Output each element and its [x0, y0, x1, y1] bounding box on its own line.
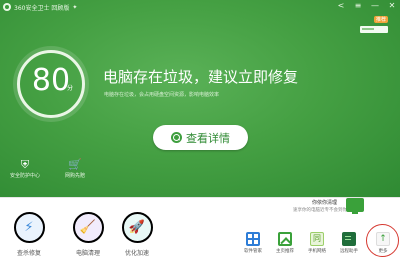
score-value: 80 [31, 63, 71, 98]
app-tile-label: 手机网络 [308, 249, 326, 254]
home-icon [278, 232, 292, 246]
promo-badge: 推荐 [373, 16, 388, 23]
shield-icon: ⛨ [20, 158, 30, 171]
app-tile-label: 主页推荐 [276, 249, 294, 254]
app-logo-icon [3, 3, 11, 11]
app-tile-label: 软件管家 [244, 249, 262, 254]
status-title: 电脑存在垃圾，建议立即修复 [103, 68, 299, 86]
computer-icon [346, 198, 364, 214]
remote-icon [342, 232, 356, 246]
shopping-guarantee-tool[interactable]: 🛒 网购先赔 [55, 158, 95, 179]
promo-banner[interactable]: 推荐 [358, 16, 388, 36]
main-panel: 360安全卫士 回顾版 ✦ < ≡ — ✕ 推荐 80 分 电脑存在垃圾，建议立… [0, 0, 400, 197]
security-center-label: 安全防护中心 [9, 173, 40, 179]
cart-icon: 🛒 [68, 158, 82, 171]
minimize-icon[interactable]: — [371, 1, 379, 11]
score-unit: 分 [67, 85, 74, 92]
computer-clean-circle: 🧹 [72, 212, 104, 243]
virus-scan-circle: ⚡ [13, 212, 45, 243]
virus-scan-label: 查杀修复 [16, 250, 41, 257]
side-promo-title: 你依你清理 [312, 200, 338, 206]
optimize-label: 优化加速 [124, 250, 149, 257]
optimize-circle: 🚀 [121, 212, 153, 243]
network-icon: 同 [310, 232, 324, 246]
share-icon[interactable]: < [337, 1, 345, 11]
shopping-guarantee-label: 网购先赔 [64, 173, 85, 179]
optimize-button[interactable]: 🚀 优化加速 [113, 212, 161, 257]
title-badge-icon[interactable]: ✦ [72, 4, 77, 11]
app-tile-network[interactable]: 同 手机网络 [304, 232, 330, 254]
close-icon[interactable]: ✕ [388, 1, 396, 11]
app-tile-remote[interactable]: 远程助手 [336, 232, 362, 254]
apps-icon [246, 232, 260, 246]
score-ring: 80 分 [17, 50, 85, 118]
computer-clean-button[interactable]: 🧹 电脑清理 [64, 212, 112, 257]
app-tile-label: 远程助手 [340, 249, 358, 254]
security-center-tool[interactable]: ⛨ 安全防护中心 [5, 158, 45, 179]
view-details-label: 查看详情 [186, 131, 230, 145]
side-promo[interactable]: 你依你清理 速享你的电脑近专不会到你的电脑 [293, 197, 373, 219]
search-icon [171, 132, 182, 143]
app-tile-home[interactable]: 主页推荐 [272, 232, 298, 254]
window-controls: < ≡ — ✕ [337, 1, 396, 11]
highlight-circle [366, 224, 399, 257]
status-subtitle: 电脑存在垃圾，会占用硬盘空间资源，影响电脑效率 [104, 92, 220, 98]
lightning-icon: ⚡ [24, 220, 34, 235]
computer-clean-label: 电脑清理 [75, 250, 100, 257]
broom-icon: 🧹 [79, 220, 97, 235]
view-details-button[interactable]: 查看详情 [153, 125, 248, 150]
menu-icon[interactable]: ≡ [354, 1, 362, 11]
virus-scan-button[interactable]: ⚡ 查杀修复 [5, 212, 53, 257]
app-tile-software-manager[interactable]: 软件管家 [240, 232, 266, 254]
window-title: 360安全卫士 回顾版 [14, 4, 70, 12]
rocket-icon: 🚀 [128, 220, 146, 235]
promo-bar [360, 26, 388, 33]
